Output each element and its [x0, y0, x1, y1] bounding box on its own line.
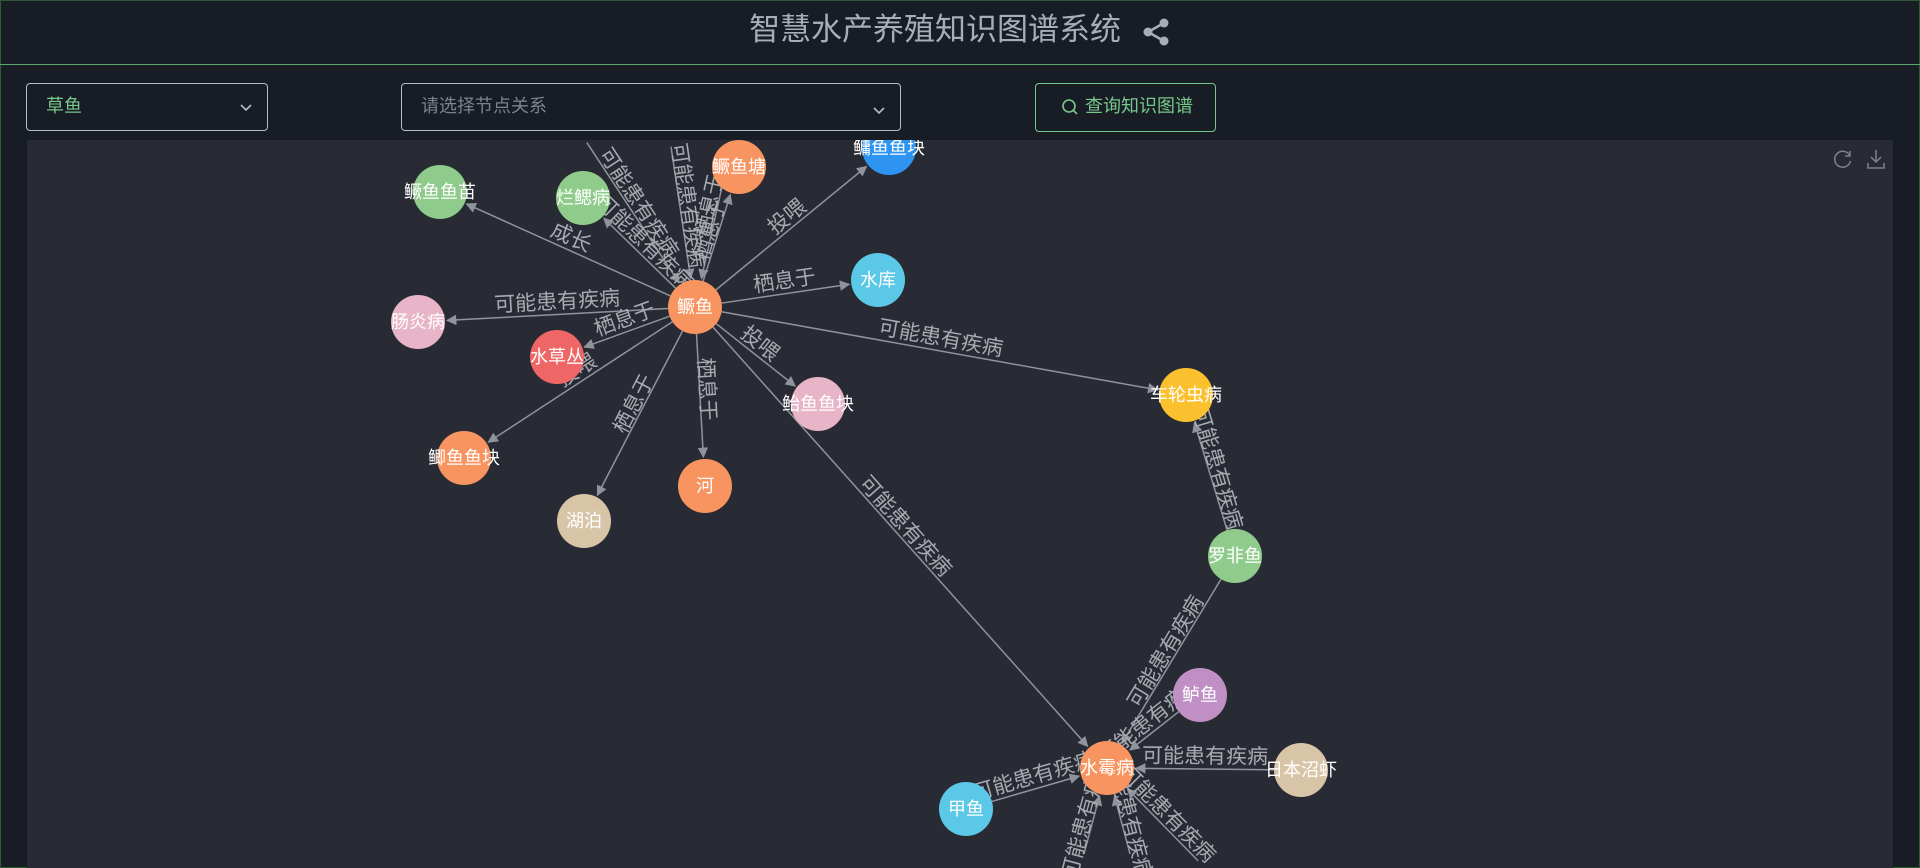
edge-label: 栖息于	[693, 357, 720, 421]
node-label: 车轮虫病	[1150, 385, 1222, 406]
graph-node[interactable]: 鳜鱼	[668, 280, 722, 334]
graph-node[interactable]: 鳜鱼塘	[712, 140, 766, 194]
node-label: 河	[696, 476, 714, 497]
edge-label: 可能患有疾病	[1188, 405, 1248, 533]
download-icon[interactable]	[1865, 148, 1887, 170]
node-label: 鳙鱼鱼块	[853, 140, 925, 159]
share-icon[interactable]	[1141, 17, 1171, 47]
graph-node[interactable]: 甲鱼	[939, 782, 993, 836]
node-label: 甲鱼	[948, 799, 984, 820]
page-header: 智慧水产养殖知识图谱系统	[0, 0, 1920, 65]
entity-select-value: 草鱼	[46, 96, 82, 117]
node-label: 水霉病	[1080, 758, 1134, 779]
graph-node[interactable]: 河	[678, 459, 732, 513]
graph-node[interactable]: 水库	[851, 253, 905, 307]
node-label: 湖泊	[566, 511, 602, 532]
relation-select-placeholder: 请选择节点关系	[421, 96, 547, 117]
graph-node[interactable]: 鲫鱼鱼块	[428, 431, 500, 485]
node-label: 罗非鱼	[1208, 546, 1262, 567]
search-icon	[1062, 99, 1078, 115]
node-label: 鲐鱼鱼块	[782, 394, 854, 415]
node-label: 水草丛	[530, 347, 584, 368]
edge-label-layer: 成长可能患有疾病栖息于投喂栖息于可能患有疾病栖息于投喂栖息于栖息于投喂可能患有疾…	[494, 141, 1269, 868]
edge-label: 栖息于	[752, 264, 818, 297]
graph-canvas[interactable]: 成长可能患有疾病栖息于投喂栖息于可能患有疾病栖息于投喂栖息于栖息于投喂可能患有疾…	[27, 140, 1893, 868]
relation-select[interactable]: 请选择节点关系	[401, 83, 901, 131]
node-label: 鲫鱼鱼块	[428, 448, 500, 469]
page-title-text: 智慧水产养殖知识图谱系统	[749, 12, 1122, 48]
graph-node[interactable]: 日本沼虾	[1265, 743, 1337, 797]
edge-label: 可能患有疾病	[877, 315, 1005, 361]
node-label: 肠炎病	[391, 312, 445, 333]
graph-node[interactable]: 鳙鱼鱼块	[853, 140, 925, 175]
graph-node[interactable]: 水霉病	[1080, 741, 1134, 795]
node-label: 鳜鱼鱼苗	[404, 182, 476, 203]
graph-node[interactable]: 鳜鱼鱼苗	[404, 165, 476, 219]
edge-label: 栖息于	[609, 370, 659, 437]
node-label: 烂鳃病	[556, 188, 610, 209]
node-label: 鲈鱼	[1182, 685, 1218, 706]
graph-node[interactable]: 罗非鱼	[1208, 529, 1262, 583]
graph-node[interactable]: 水草丛	[530, 330, 584, 384]
graph-node[interactable]: 湖泊	[557, 494, 611, 548]
entity-select[interactable]: 草鱼	[26, 83, 268, 131]
chevron-down-icon	[873, 107, 885, 115]
graph-node[interactable]: 肠炎病	[391, 295, 445, 349]
node-label: 日本沼虾	[1265, 760, 1337, 781]
graph-node[interactable]: 鲐鱼鱼块	[782, 377, 854, 431]
edge-label: 可能患有疾病	[855, 471, 957, 581]
restore-icon[interactable]	[1832, 148, 1854, 170]
node-label: 鳜鱼塘	[712, 157, 766, 178]
page-title: 智慧水产养殖知识图谱系统	[0, 8, 1920, 52]
query-graph-button-label: 查询知识图谱	[1085, 96, 1193, 117]
knowledge-graph[interactable]: 成长可能患有疾病栖息于投喂栖息于可能患有疾病栖息于投喂栖息于栖息于投喂可能患有疾…	[27, 140, 1893, 868]
edge-label: 可能患有疾病	[1142, 743, 1268, 768]
query-graph-button[interactable]: 查询知识图谱	[1035, 83, 1216, 132]
graph-node[interactable]: 鲈鱼	[1173, 668, 1227, 722]
node-label: 水库	[860, 270, 896, 291]
graph-node[interactable]: 烂鳃病	[556, 171, 610, 225]
chevron-down-icon	[240, 104, 252, 112]
node-label: 鳜鱼	[677, 297, 713, 318]
graph-edge[interactable]	[721, 311, 1159, 394]
